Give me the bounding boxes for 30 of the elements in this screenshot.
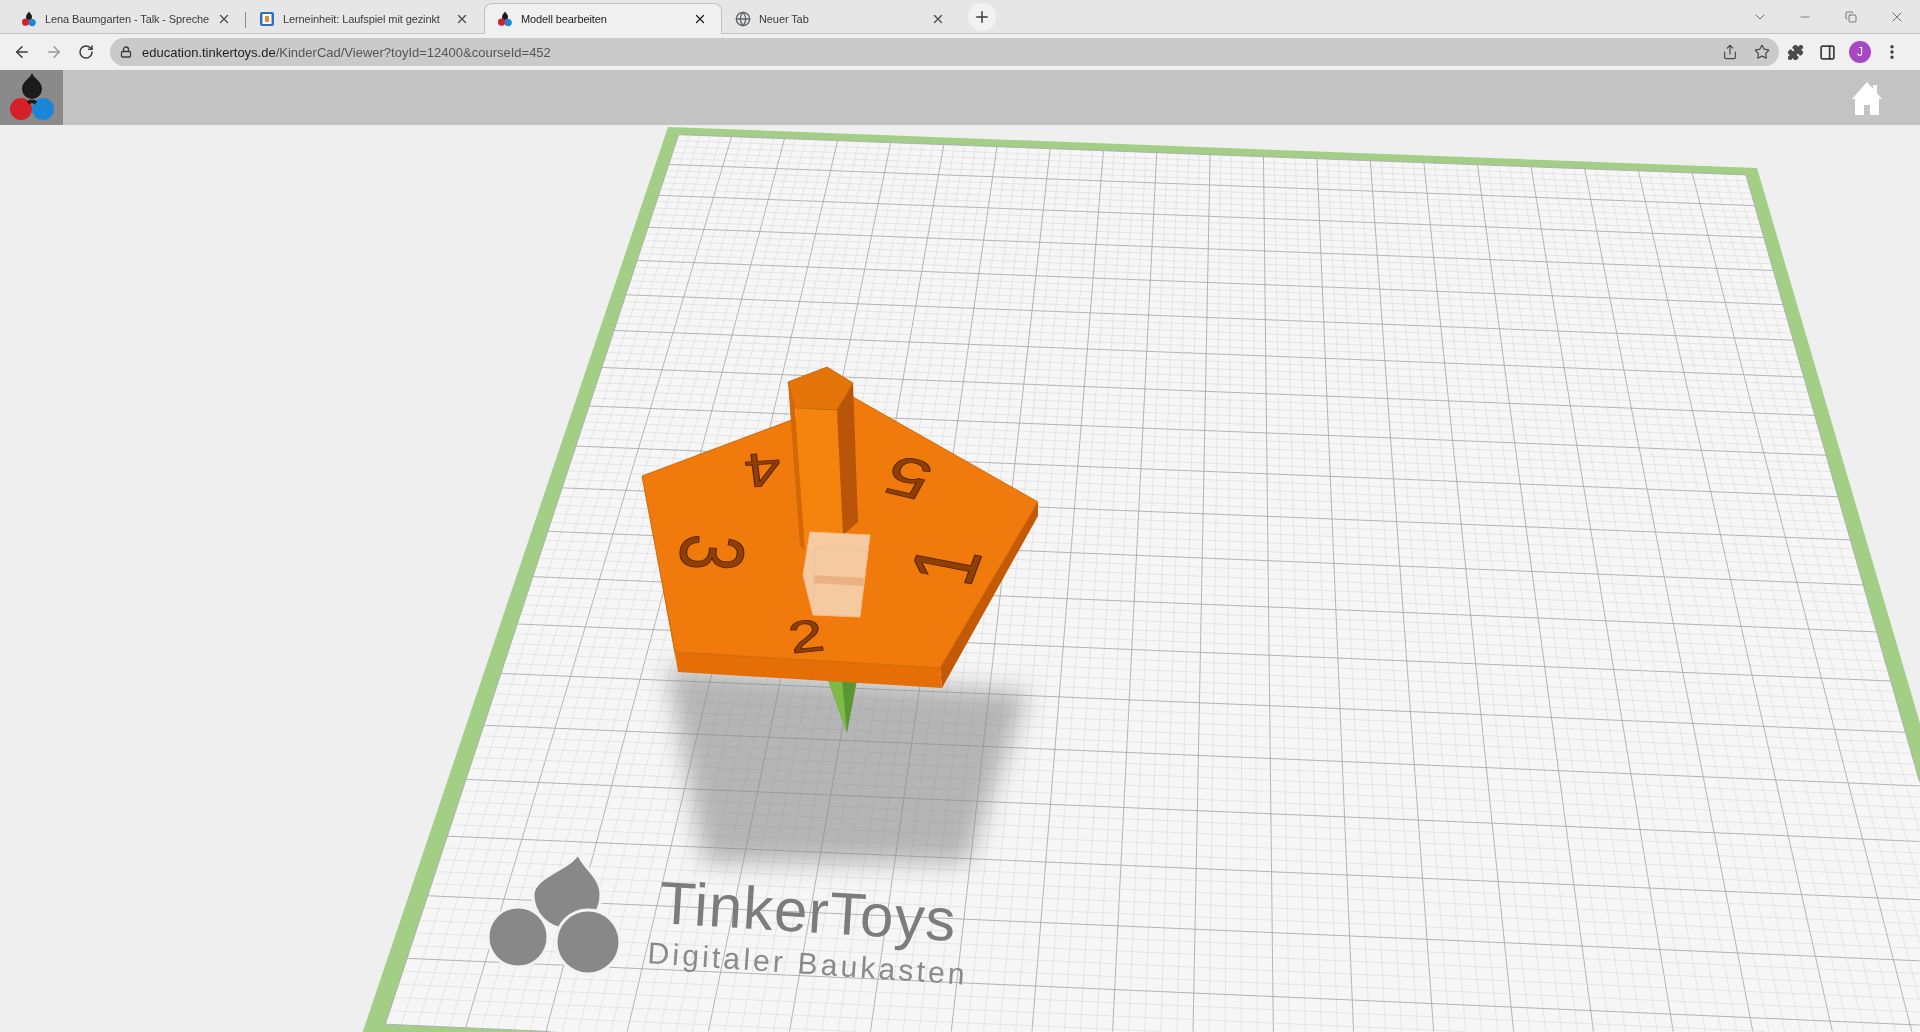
restore-icon[interactable]	[1845, 10, 1857, 23]
engraved-digit: 3	[659, 531, 765, 575]
browser-tab[interactable]: Modell bearbeiten	[484, 3, 722, 34]
url-text[interactable]: education.tinkertoys.de/KinderCad/Viewer?toyId=12400&courseId=452	[142, 44, 1712, 60]
floor-logo-icon	[486, 851, 622, 976]
engraved-digit: 4	[741, 442, 785, 498]
new-tab-button[interactable]	[968, 3, 996, 31]
address-bar[interactable]: education.tinkertoys.de/KinderCad/Viewer?toyId=12400&courseId=452	[110, 38, 1779, 66]
app-logo-icon[interactable]	[0, 70, 63, 125]
profile-avatar[interactable]: J	[1849, 41, 1871, 63]
browser-tab[interactable]: Lena Baumgarten - Talk - Spreche	[8, 3, 246, 33]
lock-icon[interactable]	[120, 46, 132, 58]
reload-icon[interactable]	[78, 44, 94, 60]
engraved-digit: 2	[784, 609, 828, 663]
logo-icon	[21, 10, 37, 27]
engraved-digit: 1	[888, 537, 1002, 593]
back-icon[interactable]	[13, 43, 31, 61]
plus-icon	[973, 8, 991, 26]
extensions-icon[interactable]	[1786, 43, 1804, 61]
share-icon[interactable]	[1722, 44, 1738, 60]
browser-tab[interactable]: Neuer Tab	[722, 3, 960, 33]
close-icon[interactable]	[693, 12, 707, 26]
star-icon[interactable]	[1754, 44, 1770, 60]
cone-tip	[828, 680, 857, 733]
book-icon	[259, 10, 275, 27]
engraved-digit: 5	[874, 444, 942, 512]
globe-icon	[735, 10, 751, 27]
side-panel-icon[interactable]	[1818, 43, 1836, 61]
logo-icon	[497, 11, 513, 27]
browser-tab[interactable]: Lerneinheit: Laufspiel mit gezinkt	[246, 3, 484, 33]
